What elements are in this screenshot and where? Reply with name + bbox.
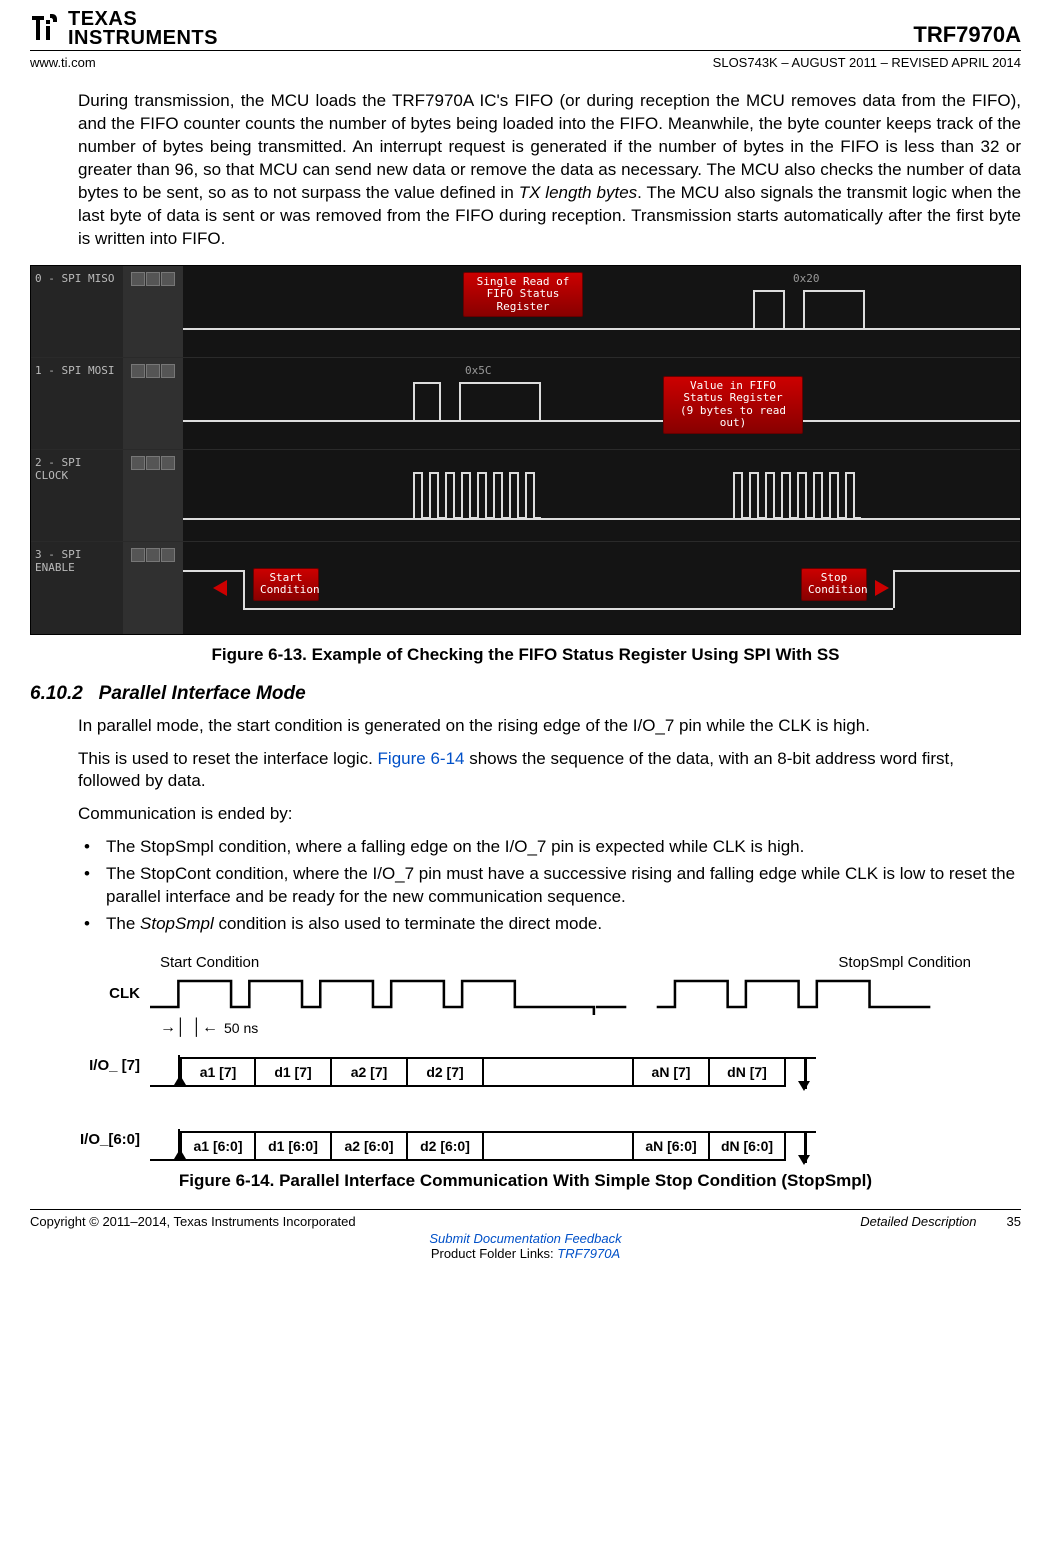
clk-trace bbox=[150, 971, 981, 1015]
figure-6-13-caption: Figure 6-13. Example of Checking the FIF… bbox=[30, 645, 1021, 665]
io7-label: I/O_ [7] bbox=[70, 1057, 150, 1074]
miso-hex: 0x20 bbox=[793, 272, 820, 285]
tag-single-read: Single Read of FIFO Status Register bbox=[463, 272, 583, 318]
copyright-text: Copyright © 2011–2014, Texas Instruments… bbox=[30, 1214, 356, 1229]
delay-label: 50 ns bbox=[224, 1020, 258, 1036]
start-condition-label: Start Condition bbox=[160, 954, 259, 971]
scope-ch2-label: 2 - SPI CLOCK bbox=[31, 450, 123, 541]
product-folder-prefix: Product Folder Links: bbox=[431, 1246, 557, 1261]
page-footer: Copyright © 2011–2014, Texas Instruments… bbox=[30, 1209, 1021, 1261]
scope-ch2-tools bbox=[123, 450, 183, 541]
submit-feedback-link[interactable]: Submit Documentation Feedback bbox=[429, 1231, 621, 1246]
ti-logo: TEXAS INSTRUMENTS bbox=[30, 10, 218, 48]
mosi-hex: 0x5C bbox=[465, 364, 492, 377]
figure-6-14-timing: Start Condition StopSmpl Condition CLK →… bbox=[70, 954, 981, 1161]
tag-start-condition: Start Condition bbox=[253, 568, 319, 601]
product-folder-link[interactable]: TRF7970A bbox=[557, 1246, 620, 1261]
scope-ch1-label: 1 - SPI MOSI bbox=[31, 358, 123, 449]
start-arrow-icon bbox=[213, 580, 227, 596]
scope-ch0-label: 0 - SPI MISO bbox=[31, 266, 123, 357]
tag-stop-condition: Stop Condition bbox=[801, 568, 867, 601]
sub-header: www.ti.com SLOS743K – AUGUST 2011 – REVI… bbox=[30, 55, 1021, 70]
stop-arrow-icon bbox=[875, 580, 889, 596]
logo-text-2: INSTRUMENTS bbox=[68, 29, 218, 48]
bullet-1: The StopSmpl condition, where a falling … bbox=[78, 836, 1021, 859]
bullet-2: The StopCont condition, where the I/O_7 … bbox=[78, 863, 1021, 909]
bullet-3: The StopSmpl condition is also used to t… bbox=[78, 913, 1021, 936]
io7-trace: a1 [7] d1 [7] a2 [7] d2 [7] aN [7] dN [7… bbox=[150, 1043, 981, 1087]
page-header: TEXAS INSTRUMENTS TRF7970A bbox=[30, 10, 1021, 51]
doc-id: SLOS743K – AUGUST 2011 – REVISED APRIL 2… bbox=[713, 55, 1021, 70]
bullet-list: The StopSmpl condition, where a falling … bbox=[78, 836, 1021, 936]
ti-logo-icon bbox=[30, 12, 62, 46]
tag-fifo-value: Value in FIFO Status Register(9 bytes to… bbox=[663, 376, 803, 435]
scope-ch3-label: 3 - SPI ENABLE bbox=[31, 542, 123, 634]
intro-paragraph: During transmission, the MCU loads the T… bbox=[78, 90, 1021, 251]
ti-url-link[interactable]: www.ti.com bbox=[30, 55, 96, 70]
part-number: TRF7970A bbox=[913, 22, 1021, 48]
figure-6-14-link[interactable]: Figure 6-14 bbox=[378, 749, 465, 768]
scope-ch3-tools bbox=[123, 542, 183, 634]
stop-condition-label: StopSmpl Condition bbox=[838, 954, 971, 971]
clk-label: CLK bbox=[70, 985, 150, 1002]
sec-p1: In parallel mode, the start condition is… bbox=[78, 715, 1021, 738]
figure-6-14-caption: Figure 6-14. Parallel Interface Communic… bbox=[30, 1171, 1021, 1191]
io60-trace: a1 [6:0] d1 [6:0] a2 [6:0] d2 [6:0] aN [… bbox=[150, 1117, 981, 1161]
sec-p2: This is used to reset the interface logi… bbox=[78, 748, 1021, 794]
page-number: 35 bbox=[1007, 1214, 1021, 1229]
sec-p3: Communication is ended by: bbox=[78, 803, 1021, 826]
scope-ch1-tools bbox=[123, 358, 183, 449]
figure-6-13-scope: 0 - SPI MISO 0x20 Single Read of FIFO St… bbox=[30, 265, 1021, 635]
section-heading: 6.10.2 Parallel Interface Mode bbox=[30, 683, 1021, 705]
io60-label: I/O_[6:0] bbox=[70, 1131, 150, 1148]
footer-section: Detailed Description bbox=[860, 1214, 976, 1229]
scope-ch0-tools bbox=[123, 266, 183, 357]
